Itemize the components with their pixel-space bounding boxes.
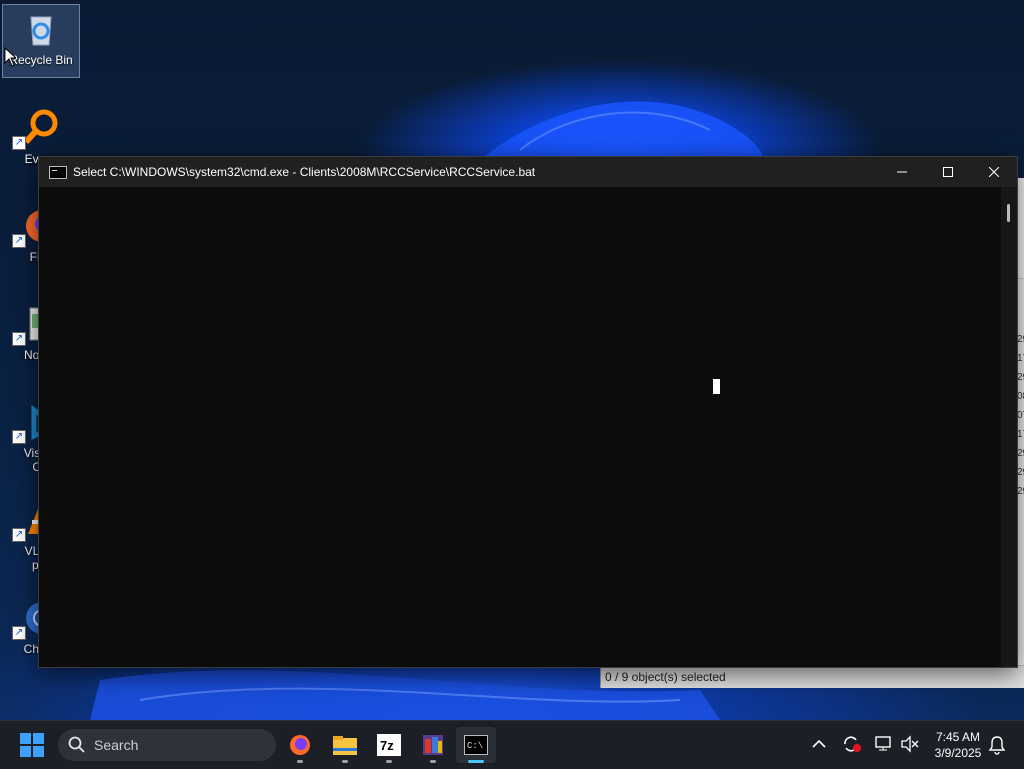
background-row-value: 29	[1017, 467, 1024, 478]
background-row-value: 17	[1017, 353, 1024, 364]
taskbar-app-7zip[interactable]: 7z	[369, 727, 409, 763]
desktop: Recycle Bin ↗ Every ↗ Fire ↗ Notep ↗ Vis…	[0, 0, 1024, 720]
taskbar: Search 7z C:\ 7:45 AM 3/9/2025	[0, 720, 1024, 769]
background-row-value: 29	[1017, 372, 1024, 383]
shortcut-arrow-icon: ↗	[12, 234, 26, 248]
volume-muted-icon[interactable]	[900, 735, 920, 753]
winrar-icon	[423, 735, 443, 755]
background-row-value: 29	[1017, 448, 1024, 459]
search-placeholder: Search	[94, 737, 139, 753]
taskbar-app-cmd[interactable]: C:\	[456, 727, 496, 763]
selection-cursor	[713, 379, 720, 394]
background-row-value: 29	[1017, 486, 1024, 497]
notification-bell-icon[interactable]	[988, 735, 1006, 755]
selection-status-text: 0 / 9 object(s) selected	[605, 670, 726, 684]
running-indicator	[430, 760, 436, 763]
running-indicator	[342, 760, 348, 763]
background-row-value: 08	[1017, 391, 1024, 402]
firefox-icon	[290, 735, 310, 755]
taskbar-app-file-explorer[interactable]	[325, 727, 365, 763]
cmd-titlebar[interactable]: Select C:\WINDOWS\system32\cmd.exe - Cli…	[39, 157, 1017, 187]
network-icon[interactable]	[874, 735, 894, 753]
cmd-icon: C:\	[464, 735, 488, 755]
taskbar-search-box[interactable]: Search	[58, 729, 276, 761]
active-indicator	[468, 760, 484, 763]
svg-text:C:\: C:\	[467, 741, 483, 751]
window-title: Select C:\WINDOWS\system32\cmd.exe - Cli…	[73, 165, 536, 179]
chevron-up-icon[interactable]	[812, 739, 826, 749]
running-indicator	[297, 760, 303, 763]
shortcut-arrow-icon: ↗	[12, 528, 26, 542]
recycle-bin-icon	[21, 9, 61, 49]
running-indicator	[386, 760, 392, 763]
7zip-icon: 7z	[377, 734, 401, 756]
maximize-button[interactable]	[925, 157, 971, 187]
background-row-value: 07	[1017, 410, 1024, 421]
sync-icon[interactable]	[842, 735, 862, 753]
svg-text:7z: 7z	[380, 738, 394, 753]
shortcut-arrow-icon: ↗	[12, 136, 26, 150]
close-button[interactable]	[971, 157, 1017, 187]
status-bar: 0 / 9 object(s) selected	[601, 665, 1024, 688]
system-clock[interactable]: 7:45 AM 3/9/2025	[928, 729, 988, 761]
clock-time: 7:45 AM	[935, 730, 981, 744]
windows-logo-pane	[33, 733, 44, 744]
clock-date: 3/9/2025	[934, 746, 982, 760]
windows-logo-pane	[20, 746, 31, 757]
cmd-window[interactable]: Select C:\WINDOWS\system32\cmd.exe - Cli…	[38, 156, 1018, 668]
maximize-icon	[943, 167, 953, 177]
search-icon	[68, 736, 85, 753]
background-row-value: 29	[1017, 334, 1024, 345]
taskbar-app-winrar[interactable]	[413, 727, 453, 763]
mouse-pointer-icon	[4, 47, 16, 67]
windows-logo-pane	[33, 746, 44, 757]
start-button[interactable]	[20, 733, 44, 757]
console-app-icon[interactable]	[49, 165, 67, 179]
taskbar-app-firefox[interactable]	[280, 727, 320, 763]
shortcut-arrow-icon: ↗	[12, 430, 26, 444]
minimize-button[interactable]	[879, 157, 925, 187]
shortcut-arrow-icon: ↗	[12, 332, 26, 346]
scrollbar-thumb[interactable]	[1007, 204, 1010, 222]
minimize-icon	[897, 171, 907, 173]
background-row-value: 17	[1017, 429, 1024, 440]
everything-search-icon: ↗	[12, 108, 60, 150]
windows-logo-icon	[20, 733, 31, 744]
close-icon	[989, 167, 999, 177]
shortcut-arrow-icon: ↗	[12, 626, 26, 640]
desktop-icon-label: Recycle Bin	[9, 53, 73, 67]
console-output-area[interactable]	[39, 187, 999, 667]
vertical-scrollbar[interactable]	[1001, 187, 1017, 667]
file-explorer-icon	[333, 736, 357, 755]
